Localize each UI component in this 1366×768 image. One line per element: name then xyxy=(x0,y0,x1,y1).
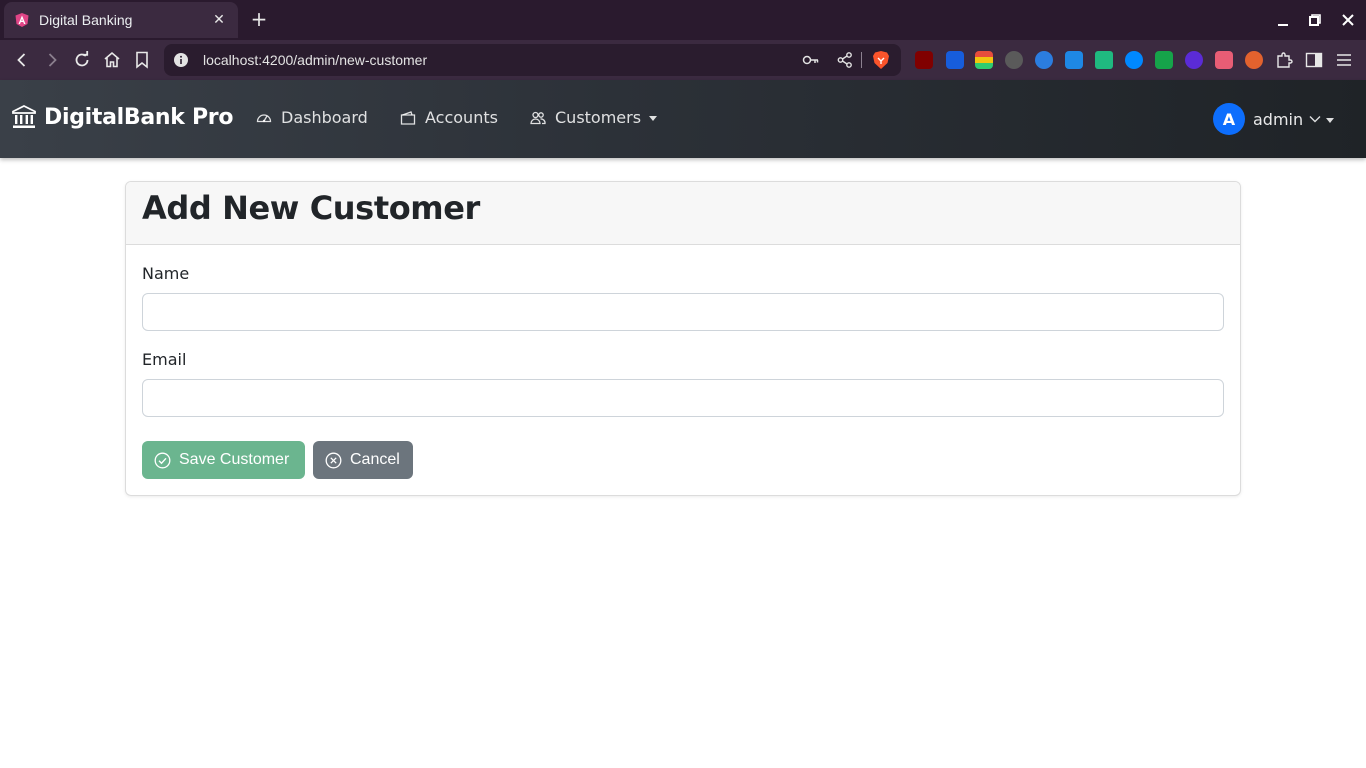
key-icon[interactable] xyxy=(802,51,820,69)
mail-extension-icon[interactable] xyxy=(1155,51,1173,69)
home-icon[interactable] xyxy=(100,48,124,72)
avatar: A xyxy=(1213,103,1245,135)
x-circle-icon xyxy=(325,452,342,468)
user-menu[interactable]: A admin xyxy=(1213,103,1335,135)
speedometer-icon xyxy=(256,113,272,122)
back-icon[interactable] xyxy=(10,48,34,72)
brand-name: DigitalBank Pro xyxy=(44,104,234,130)
browser-toolbar: localhost:4200/admin/new-customer 1 10 xyxy=(0,40,1366,112)
card-header: Add New Customer xyxy=(126,182,1240,245)
people-icon xyxy=(530,111,546,124)
email-label: Email xyxy=(142,350,187,369)
bitwarden-icon[interactable] xyxy=(946,51,964,69)
globe-extension-icon[interactable] xyxy=(1035,51,1053,69)
user-name: admin xyxy=(1253,109,1304,129)
fox-extension-icon[interactable] xyxy=(1245,51,1263,69)
minimize-icon[interactable] xyxy=(1272,10,1294,30)
brand[interactable]: DigitalBank Pro xyxy=(11,104,233,130)
angular-favicon-icon xyxy=(15,13,29,27)
add-customer-card: Add New Customer Name Email Save Custome… xyxy=(125,181,1241,496)
tab-title: Digital Banking xyxy=(39,12,133,28)
nav-customers-label: Customers xyxy=(555,108,642,127)
url-text[interactable]: localhost:4200/admin/new-customer xyxy=(203,52,427,68)
nav-dashboard-label: Dashboard xyxy=(281,108,368,127)
save-customer-button[interactable]: Save Customer xyxy=(142,441,305,479)
menu-icon[interactable] xyxy=(1335,51,1353,73)
page-title: Add New Customer xyxy=(142,189,480,227)
nav-dashboard[interactable]: Dashboard xyxy=(256,108,368,127)
brave-shields-icon[interactable] xyxy=(872,50,890,70)
cancel-button[interactable]: Cancel xyxy=(313,441,413,479)
chevron-down-icon xyxy=(1309,116,1321,123)
dino-extension-icon[interactable] xyxy=(1095,51,1113,69)
close-window-icon[interactable] xyxy=(1337,10,1359,30)
close-tab-button[interactable]: ✕ xyxy=(210,12,228,28)
cancel-button-label: Cancel xyxy=(350,451,400,468)
save-button-label: Save Customer xyxy=(179,451,290,468)
cube-extension-icon[interactable] xyxy=(1185,51,1203,69)
browser-tab[interactable]: Digital Banking ✕ xyxy=(4,2,238,38)
sidebar-toggle-icon[interactable] xyxy=(1305,51,1323,73)
email-field[interactable] xyxy=(142,379,1224,417)
fi-extension-icon[interactable] xyxy=(1065,51,1083,69)
share-icon[interactable] xyxy=(836,51,854,69)
site-info-icon[interactable] xyxy=(173,52,189,68)
caret-down-icon xyxy=(649,116,658,121)
check-circle-icon xyxy=(154,452,171,468)
spy-glasses-icon[interactable] xyxy=(1005,51,1023,69)
store-extension-icon[interactable] xyxy=(1215,51,1233,69)
address-bar[interactable]: localhost:4200/admin/new-customer xyxy=(164,44,901,76)
nav-accounts[interactable]: Accounts xyxy=(400,108,498,127)
shazam-icon[interactable] xyxy=(1125,51,1143,69)
restore-icon[interactable] xyxy=(1304,10,1326,30)
name-field[interactable] xyxy=(142,293,1224,331)
wallet-icon xyxy=(400,110,416,125)
app-navbar: DigitalBank Pro Dashboard Accounts Custo… xyxy=(0,80,1366,158)
color-extension-icon[interactable] xyxy=(975,51,993,69)
nav-customers-dropdown[interactable]: Customers xyxy=(530,108,658,127)
url-divider xyxy=(861,52,862,68)
nav-accounts-label: Accounts xyxy=(425,108,498,127)
bank-icon xyxy=(12,104,36,128)
new-tab-button[interactable]: + xyxy=(248,8,270,30)
reload-icon[interactable] xyxy=(70,48,94,72)
ublock-origin-icon[interactable] xyxy=(915,51,933,69)
bookmark-icon[interactable] xyxy=(130,48,154,72)
name-label: Name xyxy=(142,264,190,283)
browser-tab-strip: Digital Banking ✕ + xyxy=(0,0,1366,40)
caret-down-icon xyxy=(1326,117,1335,123)
extensions-puzzle-icon[interactable] xyxy=(1275,51,1293,73)
forward-icon[interactable] xyxy=(40,48,64,72)
